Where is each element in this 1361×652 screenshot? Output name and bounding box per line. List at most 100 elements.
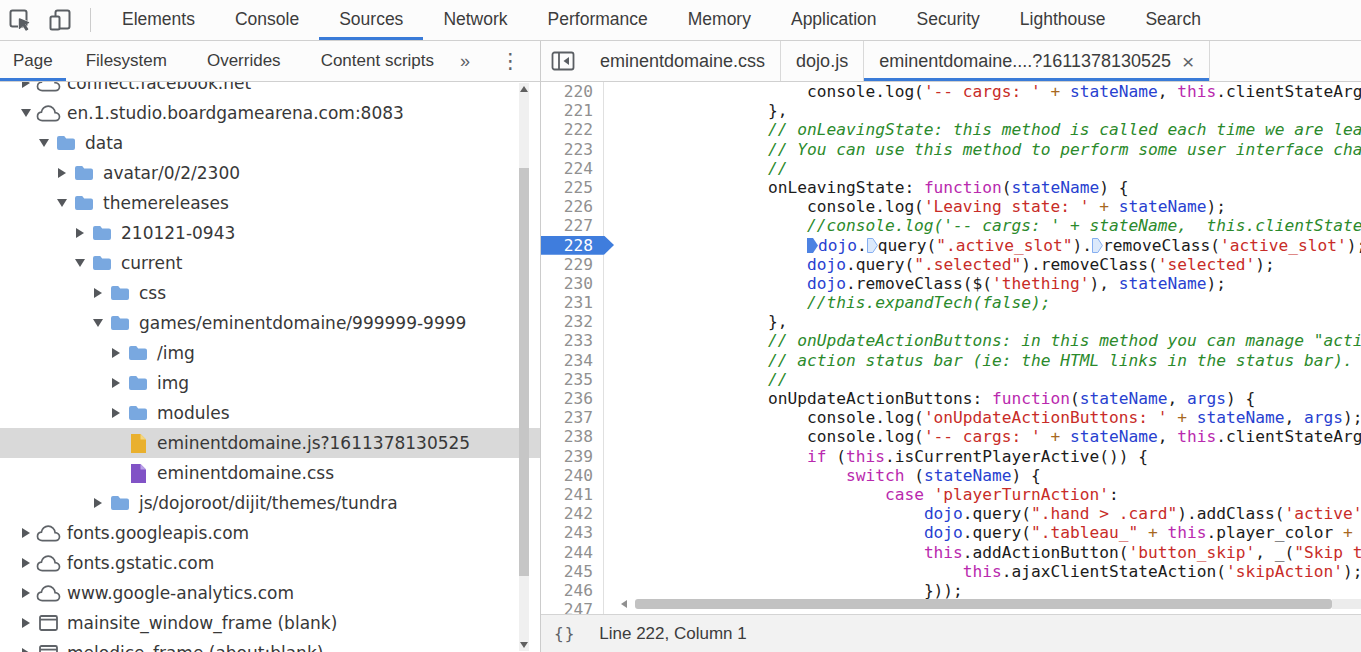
tree-item-css[interactable]: css <box>0 278 540 308</box>
line-number[interactable]: 235 <box>541 370 604 389</box>
tree-item-210121-0943[interactable]: 210121-0943 <box>0 218 540 248</box>
tab-search[interactable]: Search <box>1125 0 1220 40</box>
pretty-print-icon[interactable]: {} <box>554 624 575 643</box>
chevron-collapsed-icon[interactable] <box>109 378 122 388</box>
navigator-tab-overrides[interactable]: Overrides <box>187 41 301 81</box>
chevron-expanded-icon[interactable] <box>37 139 50 147</box>
close-tab-icon[interactable]: × <box>1182 51 1194 72</box>
inline-breakpoint-candidate-icon[interactable] <box>867 238 878 253</box>
tab-performance[interactable]: Performance <box>528 0 668 40</box>
toggle-navigator-icon[interactable] <box>541 41 585 81</box>
line-number[interactable]: 222 <box>541 120 604 139</box>
line-number[interactable]: 240 <box>541 466 604 485</box>
scrollbar-left-arrow[interactable] <box>621 600 627 608</box>
more-tabs-chevron-icon[interactable]: » <box>454 51 476 72</box>
line-number[interactable]: 224 <box>541 159 604 178</box>
tree-item--img[interactable]: /img <box>0 338 540 368</box>
chevron-collapsed-icon[interactable] <box>109 408 122 418</box>
line-number[interactable]: 239 <box>541 447 604 466</box>
line-number[interactable]: 226 <box>541 197 604 216</box>
tree-item-games-eminentdomaine-999999-9999[interactable]: games/eminentdomaine/999999-9999 <box>0 308 540 338</box>
line-number[interactable]: 223 <box>541 140 604 159</box>
tab-security[interactable]: Security <box>897 0 1000 40</box>
tree-item-fonts-gstatic-com[interactable]: fonts.gstatic.com <box>0 548 540 578</box>
tab-application[interactable]: Application <box>771 0 897 40</box>
chevron-collapsed-icon[interactable] <box>19 528 32 538</box>
line-number[interactable]: 247 <box>541 600 604 614</box>
tree-item-connect-facebook-net[interactable]: connect.facebook.net <box>0 82 540 98</box>
code-editor[interactable]: 220 console.log('-- cargs: ' + stateName… <box>541 82 1361 614</box>
tree-item-themereleases[interactable]: themereleases <box>0 188 540 218</box>
tree-item-js-dojoroot-dijit-themes-tundra[interactable]: js/dojoroot/dijit/themes/tundra <box>0 488 540 518</box>
tree-item-avatar-0-2-2300[interactable]: avatar/0/2/2300 <box>0 158 540 188</box>
editor-tab-eminentdomaine-1611378130525[interactable]: eminentdomaine....?1611378130525× <box>864 41 1210 81</box>
line-number[interactable]: 225 <box>541 178 604 197</box>
chevron-collapsed-icon[interactable] <box>73 228 86 238</box>
line-number[interactable]: 236 <box>541 389 604 408</box>
line-number[interactable]: 230 <box>541 274 604 293</box>
chevron-expanded-icon[interactable] <box>19 109 32 117</box>
chevron-collapsed-icon[interactable] <box>19 648 32 652</box>
line-number[interactable]: 241 <box>541 485 604 504</box>
tree-item-data[interactable]: data <box>0 128 540 158</box>
horizontal-scrollbar-thumb[interactable] <box>635 599 1332 609</box>
tree-item-modules[interactable]: modules <box>0 398 540 428</box>
inline-breakpoint-candidate-icon[interactable] <box>1092 238 1103 253</box>
editor-tab-eminentdomaine-css[interactable]: eminentdomaine.css <box>585 41 781 81</box>
tab-elements[interactable]: Elements <box>102 0 215 40</box>
chevron-collapsed-icon[interactable] <box>91 288 104 298</box>
line-number[interactable]: 243 <box>541 523 604 542</box>
scrollbar-thumb[interactable] <box>519 168 529 576</box>
line-number[interactable]: 227 <box>541 216 604 235</box>
device-toolbar-icon[interactable] <box>40 0 80 40</box>
line-number[interactable]: 237 <box>541 408 604 427</box>
tree-item-img[interactable]: img <box>0 368 540 398</box>
line-number[interactable]: 231 <box>541 293 604 312</box>
chevron-expanded-icon[interactable] <box>55 199 68 207</box>
chevron-expanded-icon[interactable] <box>73 259 86 267</box>
navigator-tab-content-scripts[interactable]: Content scripts <box>301 41 454 81</box>
tree-item-melodice-frame-about-blank-[interactable]: melodice_frame (about:blank) <box>0 638 540 652</box>
chevron-collapsed-icon[interactable] <box>19 588 32 598</box>
tree-item-eminentdomaine-js-1611378130525[interactable]: eminentdomaine.js?1611378130525 <box>0 428 540 458</box>
navigator-tab-filesystem[interactable]: Filesystem <box>66 41 187 81</box>
chevron-collapsed-icon[interactable] <box>91 498 104 508</box>
tree-item-eminentdomaine-css[interactable]: eminentdomaine.css <box>0 458 540 488</box>
horizontal-scrollbar-track[interactable] <box>1332 599 1361 609</box>
line-number[interactable]: 232 <box>541 312 604 331</box>
inspect-element-icon[interactable] <box>0 0 40 40</box>
tab-sources[interactable]: Sources <box>319 0 423 40</box>
line-number[interactable]: 233 <box>541 331 604 350</box>
editor-horizontal-scrollbar[interactable] <box>609 598 1361 609</box>
line-number[interactable]: 246 <box>541 581 604 600</box>
scrollbar-up-arrow[interactable] <box>520 86 528 92</box>
line-number[interactable]: 244 <box>541 543 604 562</box>
inline-breakpoint-icon[interactable] <box>807 238 818 253</box>
tab-memory[interactable]: Memory <box>668 0 771 40</box>
chevron-collapsed-icon[interactable] <box>19 618 32 628</box>
navigator-menu-icon[interactable]: ⋮ <box>492 49 529 73</box>
chevron-collapsed-icon[interactable] <box>19 558 32 568</box>
line-number[interactable]: 220 <box>541 82 604 101</box>
tree-item-mainsite-window-frame-blank-[interactable]: mainsite_window_frame (blank) <box>0 608 540 638</box>
line-number[interactable]: 238 <box>541 427 604 446</box>
navigator-tab-page[interactable]: Page <box>0 41 66 81</box>
chevron-collapsed-icon[interactable] <box>19 82 32 88</box>
chevron-collapsed-icon[interactable] <box>109 348 122 358</box>
line-number[interactable]: 221 <box>541 101 604 120</box>
tree-item-en-1-studio-boardgamearena-com-8083[interactable]: en.1.studio.boardgamearena.com:8083 <box>0 98 540 128</box>
line-number[interactable]: 242 <box>541 504 604 523</box>
line-number[interactable]: 234 <box>541 351 604 370</box>
line-number[interactable]: 245 <box>541 562 604 581</box>
line-number[interactable]: 229 <box>541 255 604 274</box>
tab-lighthouse[interactable]: Lighthouse <box>1000 0 1126 40</box>
sidebar-scrollbar[interactable] <box>519 83 529 651</box>
tab-network[interactable]: Network <box>423 0 527 40</box>
tree-item-fonts-googleapis-com[interactable]: fonts.googleapis.com <box>0 518 540 548</box>
chevron-expanded-icon[interactable] <box>91 319 104 327</box>
tab-console[interactable]: Console <box>215 0 319 40</box>
editor-tab-dojo-js[interactable]: dojo.js <box>781 41 864 81</box>
scrollbar-down-arrow[interactable] <box>520 642 528 648</box>
chevron-collapsed-icon[interactable] <box>55 168 68 178</box>
tree-item-www-google-analytics-com[interactable]: www.google-analytics.com <box>0 578 540 608</box>
